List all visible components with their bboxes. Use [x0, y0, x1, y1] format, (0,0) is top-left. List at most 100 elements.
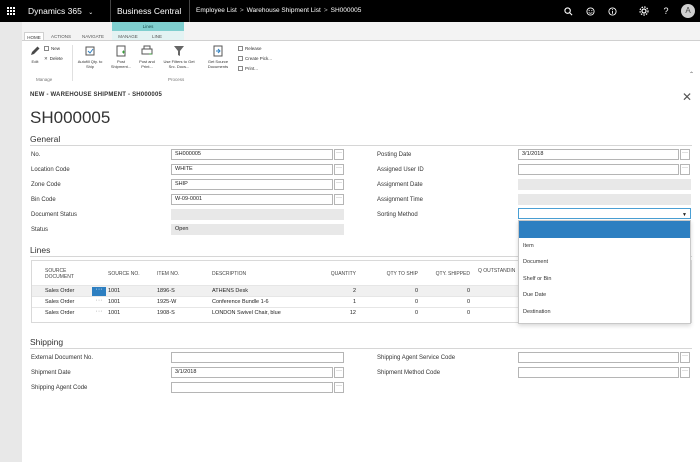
top-bar: Dynamics 365 ⌄ Business Central Employee…: [0, 0, 700, 22]
print-button[interactable]: Print...: [238, 65, 258, 72]
assignment-date-label: Assignment Date: [377, 182, 423, 188]
autofill-qty-button[interactable]: Autofill Qty. to Ship: [74, 45, 106, 69]
zone-lookup-button[interactable]: ···: [334, 179, 344, 190]
bin-code-label: Bin Code: [31, 197, 56, 203]
page-title: SH000005: [30, 108, 111, 127]
new-button[interactable]: New: [44, 45, 60, 52]
shipping-agent-code-field[interactable]: [171, 382, 333, 393]
zone-code-label: Zone Code: [31, 182, 61, 188]
filter-icon: [173, 45, 185, 57]
breadcrumb-employee-list[interactable]: Employee List: [196, 7, 237, 14]
document-status-label: Document Status: [31, 212, 78, 218]
printer-icon: [238, 66, 243, 72]
table-row[interactable]: Sales Order ··· 1001 1908-S LONDON Swive…: [32, 307, 535, 318]
delete-label: Delete: [49, 56, 63, 61]
get-source-icon: [212, 45, 224, 57]
row-menu-icon[interactable]: ···: [92, 286, 106, 296]
breadcrumb-current: SH000005: [330, 7, 362, 14]
release-label: Release: [245, 46, 262, 51]
no-label: No.: [31, 152, 41, 158]
shipment-date-picker-button[interactable]: ···: [334, 367, 344, 378]
create-pick-icon: [238, 56, 243, 62]
dropdown-option-item[interactable]: Item: [523, 243, 534, 249]
release-button[interactable]: Release: [238, 45, 262, 52]
shipment-method-lookup-button[interactable]: ···: [680, 367, 690, 378]
cell-qty-shipped: 0: [466, 310, 470, 316]
no-field[interactable]: SH000005: [171, 149, 333, 160]
location-lookup-button[interactable]: ···: [334, 164, 344, 175]
search-icon[interactable]: [558, 0, 578, 22]
shipping-agent-service-code-field[interactable]: [518, 352, 679, 363]
command-bar: Edit New ✕ Delete Manage Autofill Qty. to…: [22, 40, 700, 86]
breadcrumb-warehouse-shipment-list[interactable]: Warehouse Shipment List: [247, 7, 321, 14]
create-pick-button[interactable]: Create Pick...: [238, 55, 272, 62]
external-document-no-label: External Document No.: [31, 355, 94, 361]
document-card: NEW - WAREHOUSE SHIPMENT - SH000005 ✕ SH…: [22, 86, 700, 462]
group-divider: [72, 45, 73, 81]
dropdown-option-destination[interactable]: Destination: [523, 309, 551, 315]
zone-code-field[interactable]: SHIP: [171, 179, 333, 190]
posting-date-field[interactable]: 3/1/2018: [518, 149, 679, 160]
general-section-title[interactable]: General: [30, 134, 60, 144]
location-code-label: Location Code: [31, 167, 70, 173]
shipping-agent-service-code-label: Shipping Agent Service Code: [377, 355, 456, 361]
bin-code-field[interactable]: W-09-0001: [171, 194, 333, 205]
table-row[interactable]: Sales Order ··· 1001 1925-W Conference B…: [32, 296, 535, 307]
post-shipment-button[interactable]: Post Shipment...: [108, 45, 134, 69]
help-question-icon[interactable]: ?: [656, 0, 676, 22]
app-switcher[interactable]: Dynamics 365 ⌄: [28, 0, 93, 22]
chevron-down-icon: ▼: [682, 212, 687, 218]
post-shipment-label: Post Shipment...: [110, 59, 132, 69]
new-label: New: [51, 46, 61, 51]
shipment-method-code-field[interactable]: [518, 367, 679, 378]
location-code-field[interactable]: WHITE: [171, 164, 333, 175]
release-icon: [238, 46, 243, 52]
shipment-date-field[interactable]: 3/1/2018: [171, 367, 333, 378]
external-document-no-field[interactable]: [171, 352, 344, 363]
user-avatar[interactable]: A: [678, 0, 698, 22]
app-name: Dynamics 365: [28, 6, 82, 16]
post-print-label: Post and Print...: [139, 59, 155, 69]
row-menu-icon[interactable]: ···: [92, 308, 106, 318]
dropdown-option-blank[interactable]: [519, 221, 690, 238]
product-name[interactable]: Business Central: [110, 0, 190, 22]
shipping-section-title[interactable]: Shipping: [30, 337, 63, 347]
close-icon[interactable]: ✕: [682, 90, 692, 104]
assigned-user-id-label: Assigned User ID: [377, 167, 424, 173]
settings-icon[interactable]: [634, 0, 654, 22]
section-divider: [30, 145, 692, 146]
cell-quantity: 12: [349, 310, 356, 316]
table-row[interactable]: Sales Order ··· 1001 1896-S ATHENS Desk …: [32, 285, 535, 296]
no-lookup-button[interactable]: ···: [334, 149, 344, 160]
shipment-method-code-label: Shipment Method Code: [377, 370, 441, 376]
shipping-agent-lookup-button[interactable]: ···: [334, 382, 344, 393]
status-field: Open: [171, 224, 344, 235]
delete-button[interactable]: ✕ Delete: [44, 55, 63, 62]
assigned-user-id-field[interactable]: [518, 164, 679, 175]
sorting-method-select[interactable]: ▼: [518, 208, 691, 219]
assignment-date-field: [518, 179, 691, 190]
help-icon[interactable]: [602, 0, 622, 22]
dropdown-option-document[interactable]: Document: [523, 259, 548, 265]
sorting-method-dropdown: Item Document Shelf or Bin Due Date Dest…: [518, 220, 691, 324]
cell-description: LONDON Swivel Chair, blue: [212, 310, 281, 316]
collapse-ribbon-icon[interactable]: ⌃: [689, 71, 694, 78]
bin-lookup-button[interactable]: ···: [334, 194, 344, 205]
posting-date-picker-button[interactable]: ···: [680, 149, 690, 160]
row-menu-icon[interactable]: ···: [92, 297, 106, 307]
lines-section-title[interactable]: Lines: [30, 245, 50, 255]
waffle-icon[interactable]: [0, 0, 22, 22]
shipping-agent-service-lookup-button[interactable]: ···: [680, 352, 690, 363]
smiley-icon[interactable]: [580, 0, 600, 22]
cell-qty-to-ship[interactable]: 0: [368, 308, 418, 319]
card-header: NEW - WAREHOUSE SHIPMENT - SH000005: [30, 92, 163, 98]
ribbon-tabs: Lines HOME ACTIONS NAVIGATE MANAGE LINE: [22, 22, 700, 41]
dropdown-option-due-date[interactable]: Due Date: [523, 292, 546, 298]
get-source-documents-button[interactable]: Get Source Documents: [202, 45, 234, 69]
post-print-button[interactable]: Post and Print...: [134, 45, 160, 69]
action-ribbon: Lines HOME ACTIONS NAVIGATE MANAGE LINE …: [22, 22, 700, 86]
assigned-user-lookup-button[interactable]: ···: [680, 164, 690, 175]
dropdown-option-shelf-or-bin[interactable]: Shelf or Bin: [523, 276, 551, 282]
pencil-icon: [29, 45, 41, 57]
use-filters-button[interactable]: Use Filters to Get Src. Docs...: [162, 45, 196, 69]
